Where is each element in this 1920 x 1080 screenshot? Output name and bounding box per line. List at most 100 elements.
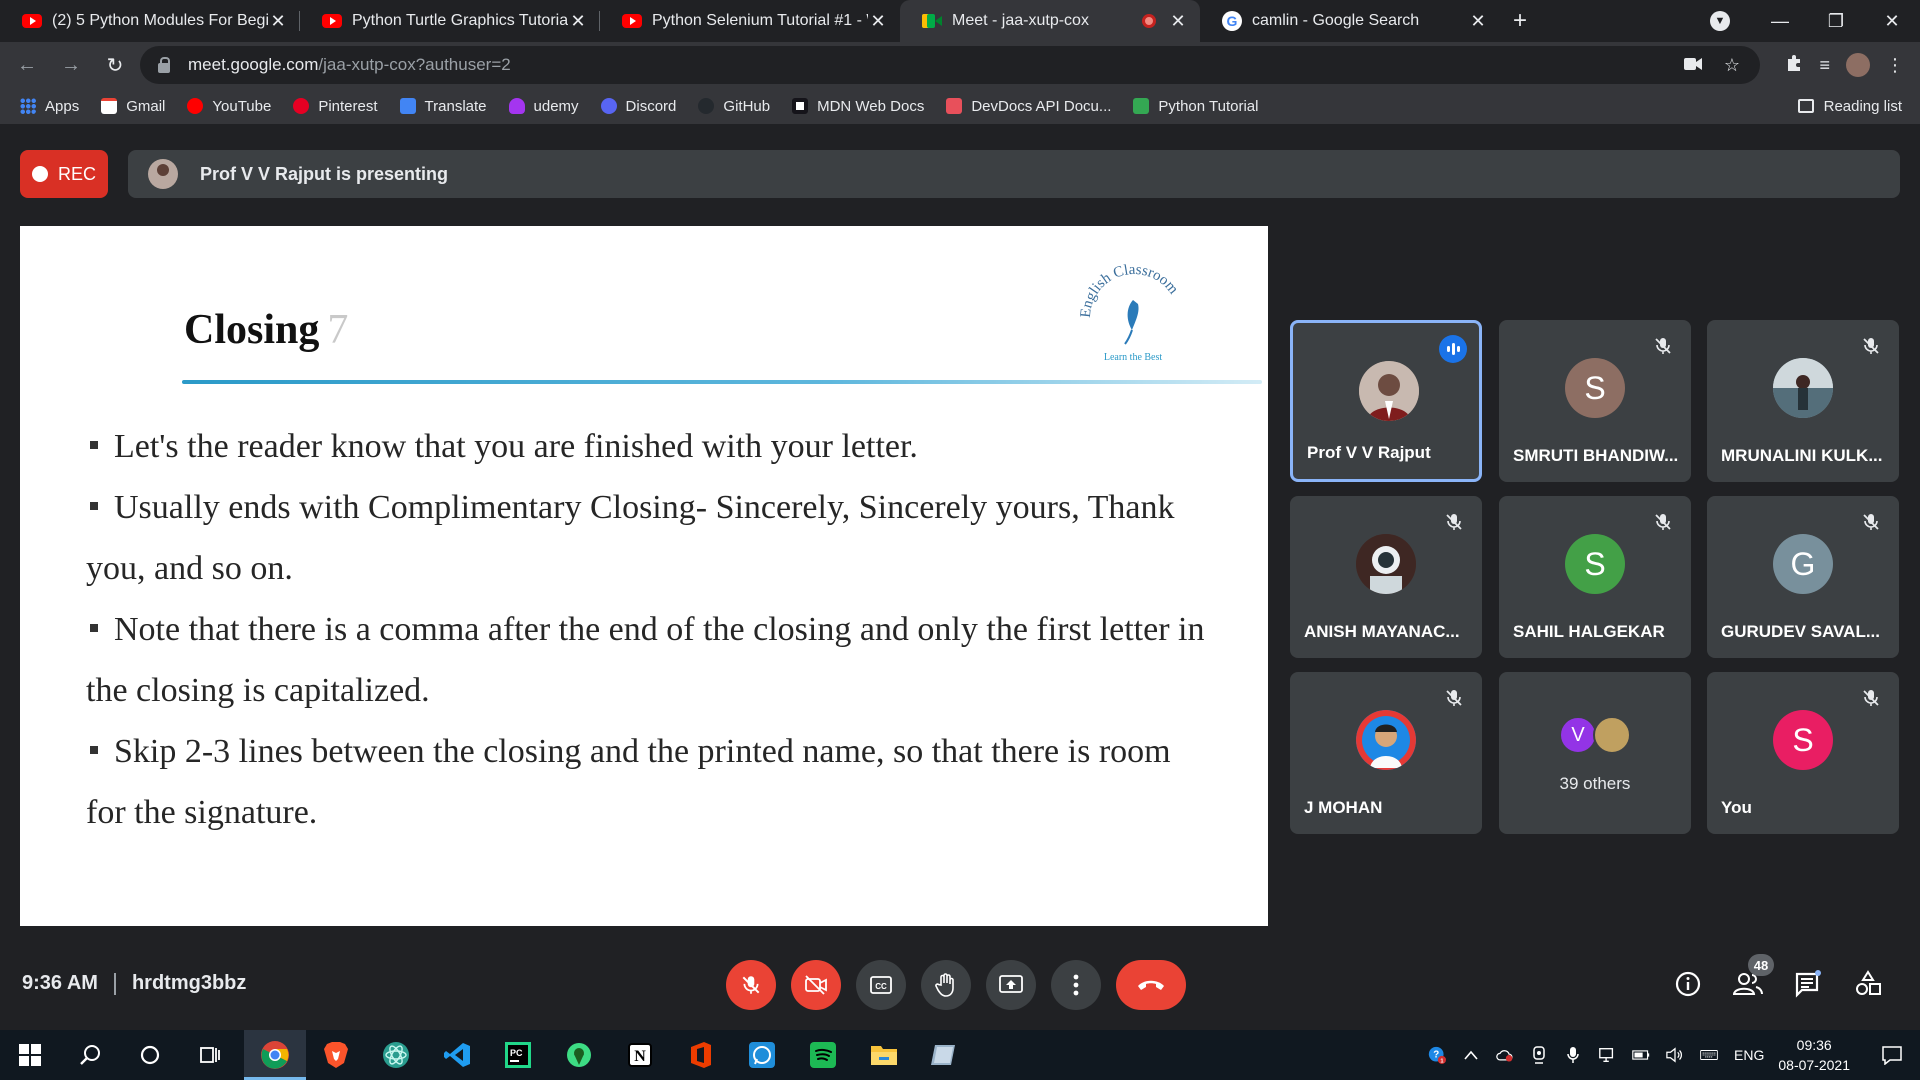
minimize-icon[interactable]: — <box>1752 11 1808 32</box>
participant-tile[interactable]: S SAHIL HALGEKAR <box>1499 496 1691 658</box>
leave-call-button[interactable] <box>1116 960 1186 1010</box>
vscode-icon[interactable] <box>441 1039 473 1071</box>
bullet-marker <box>90 441 98 449</box>
keyboard-icon[interactable] <box>1700 1046 1718 1064</box>
close-icon[interactable]: ✕ <box>268 11 288 32</box>
bookmark-mdn[interactable]: MDN Web Docs <box>792 98 924 115</box>
bookmark-devdocs[interactable]: DevDocs API Docu... <box>946 98 1111 115</box>
forward-icon[interactable]: → <box>54 54 88 77</box>
volume-icon[interactable] <box>1666 1046 1684 1064</box>
browser-tab-active[interactable]: Meet - jaa-xutp-cox ✕ <box>900 0 1200 42</box>
omnibox-actions: ☆ <box>1683 46 1740 84</box>
bookmark-translate[interactable]: Translate <box>399 98 487 115</box>
close-icon[interactable]: ✕ <box>1468 11 1488 32</box>
youtube-icon <box>22 14 42 28</box>
browser-tab[interactable]: Python Turtle Graphics Tutorial # ✕ <box>300 0 600 42</box>
bookmark-github[interactable]: GitHub <box>698 98 770 115</box>
bookmark-apps[interactable]: Apps <box>20 98 79 115</box>
more-options-button[interactable] <box>1051 960 1101 1010</box>
bookmark-pinterest[interactable]: Pinterest <box>293 98 378 115</box>
new-tab-button[interactable]: + <box>1500 0 1540 42</box>
media-control-icon[interactable]: ≡ <box>1819 55 1830 76</box>
people-count-badge: 48 <box>1748 954 1774 976</box>
onedrive-error-icon[interactable] <box>1496 1046 1514 1064</box>
meet-icon <box>922 13 942 29</box>
close-window-icon[interactable]: ✕ <box>1864 11 1920 32</box>
bookmark-discord[interactable]: Discord <box>600 98 676 115</box>
reload-icon[interactable]: ↻ <box>98 53 132 78</box>
microphone-icon[interactable] <box>1564 1046 1582 1064</box>
lock-icon[interactable] <box>158 56 170 73</box>
slide-bullet: Note that there is a comma after the end… <box>86 611 1205 709</box>
file-explorer-icon[interactable] <box>868 1039 900 1071</box>
presenting-banner: Prof V V Rajput is presenting <box>128 150 1900 198</box>
participant-tile[interactable]: J MOHAN <box>1290 672 1482 834</box>
participant-avatar <box>1593 716 1631 754</box>
bookmark-youtube[interactable]: YouTube <box>187 98 271 115</box>
windows-start-icon[interactable] <box>14 1039 46 1071</box>
participant-tile[interactable]: S SMRUTI BHANDIW... <box>1499 320 1691 482</box>
reading-list-button[interactable]: Reading list <box>1797 88 1902 124</box>
camera-toggle-button[interactable] <box>791 960 841 1010</box>
mic-off-icon <box>742 976 760 994</box>
close-icon[interactable]: ✕ <box>1168 11 1188 32</box>
restore-icon[interactable]: ❐ <box>1808 11 1864 32</box>
pycharm-icon[interactable]: PC <box>502 1039 534 1071</box>
profile-avatar[interactable] <box>1846 53 1870 77</box>
browser-tab[interactable]: G camlin - Google Search ✕ <box>1200 0 1500 42</box>
close-icon[interactable]: ✕ <box>568 11 588 32</box>
network-icon[interactable] <box>1598 1046 1616 1064</box>
spotify-icon[interactable] <box>807 1039 839 1071</box>
chat-button[interactable] <box>1792 968 1824 1000</box>
whatsapp-icon[interactable] <box>746 1039 778 1071</box>
mic-off-icon <box>1440 684 1468 712</box>
search-icon[interactable] <box>74 1039 106 1071</box>
present-screen-button[interactable] <box>986 960 1036 1010</box>
back-icon[interactable]: ← <box>10 54 44 77</box>
bookmark-gmail[interactable]: Gmail <box>101 98 165 115</box>
webcam-icon[interactable] <box>1530 1046 1548 1064</box>
activities-button[interactable] <box>1852 968 1884 1000</box>
task-view-icon[interactable] <box>194 1039 226 1071</box>
participant-name: MRUNALINI KULK... <box>1721 446 1883 465</box>
notification-center-icon[interactable] <box>1872 1045 1912 1065</box>
system-tray: ? 1 ENG 09:36 08-07-2021 <box>1428 1030 1920 1080</box>
sticky-notes-icon[interactable] <box>929 1039 961 1071</box>
atom-icon[interactable] <box>380 1039 412 1071</box>
others-tile[interactable]: V 39 others <box>1499 672 1691 834</box>
brave-icon[interactable] <box>320 1039 352 1071</box>
camera-icon[interactable] <box>1683 55 1702 76</box>
mic-off-icon <box>1649 332 1677 360</box>
tab-search-icon[interactable]: ▼ <box>1710 11 1730 31</box>
browser-tab[interactable]: (2) 5 Python Modules For Beginn ✕ <box>0 0 300 42</box>
cortana-icon[interactable] <box>134 1039 166 1071</box>
input-language[interactable]: ENG <box>1734 1047 1764 1063</box>
extensions-icon[interactable] <box>1785 54 1803 77</box>
bookmark-udemy[interactable]: udemy <box>508 98 579 115</box>
menu-icon[interactable]: ⋮ <box>1886 55 1904 76</box>
raise-hand-button[interactable] <box>921 960 971 1010</box>
help-notification-icon[interactable]: ? 1 <box>1428 1046 1447 1064</box>
address-bar[interactable]: meet.google.com/jaa-xutp-cox?authuser=2 … <box>140 46 1760 84</box>
participant-tile[interactable]: G GURUDEV SAVAL... <box>1707 496 1899 658</box>
close-icon[interactable]: ✕ <box>868 11 888 32</box>
bookmark-python-tutorial[interactable]: Python Tutorial <box>1133 98 1258 115</box>
office-icon[interactable] <box>685 1039 717 1071</box>
participant-tile[interactable]: MRUNALINI KULK... <box>1707 320 1899 482</box>
chrome-icon[interactable] <box>259 1039 291 1071</box>
maps-app-icon[interactable] <box>563 1039 595 1071</box>
system-clock[interactable]: 09:36 08-07-2021 <box>1778 1035 1850 1075</box>
captions-button[interactable]: CC <box>856 960 906 1010</box>
participant-avatar: G <box>1773 534 1833 594</box>
battery-icon[interactable] <box>1632 1046 1650 1064</box>
meeting-details-button[interactable] <box>1672 968 1704 1000</box>
chevron-up-icon[interactable] <box>1462 1046 1480 1064</box>
browser-tab[interactable]: Python Selenium Tutorial #1 - W ✕ <box>600 0 900 42</box>
tray-icons: ? 1 <box>1428 1046 1718 1064</box>
self-tile[interactable]: S You <box>1707 672 1899 834</box>
bookmark-star-icon[interactable]: ☆ <box>1724 55 1740 76</box>
participant-tile[interactable]: Prof V V Rajput <box>1290 320 1482 482</box>
notion-icon[interactable]: N <box>624 1039 656 1071</box>
participant-tile[interactable]: ANISH MAYANAC... <box>1290 496 1482 658</box>
mic-toggle-button[interactable] <box>726 960 776 1010</box>
